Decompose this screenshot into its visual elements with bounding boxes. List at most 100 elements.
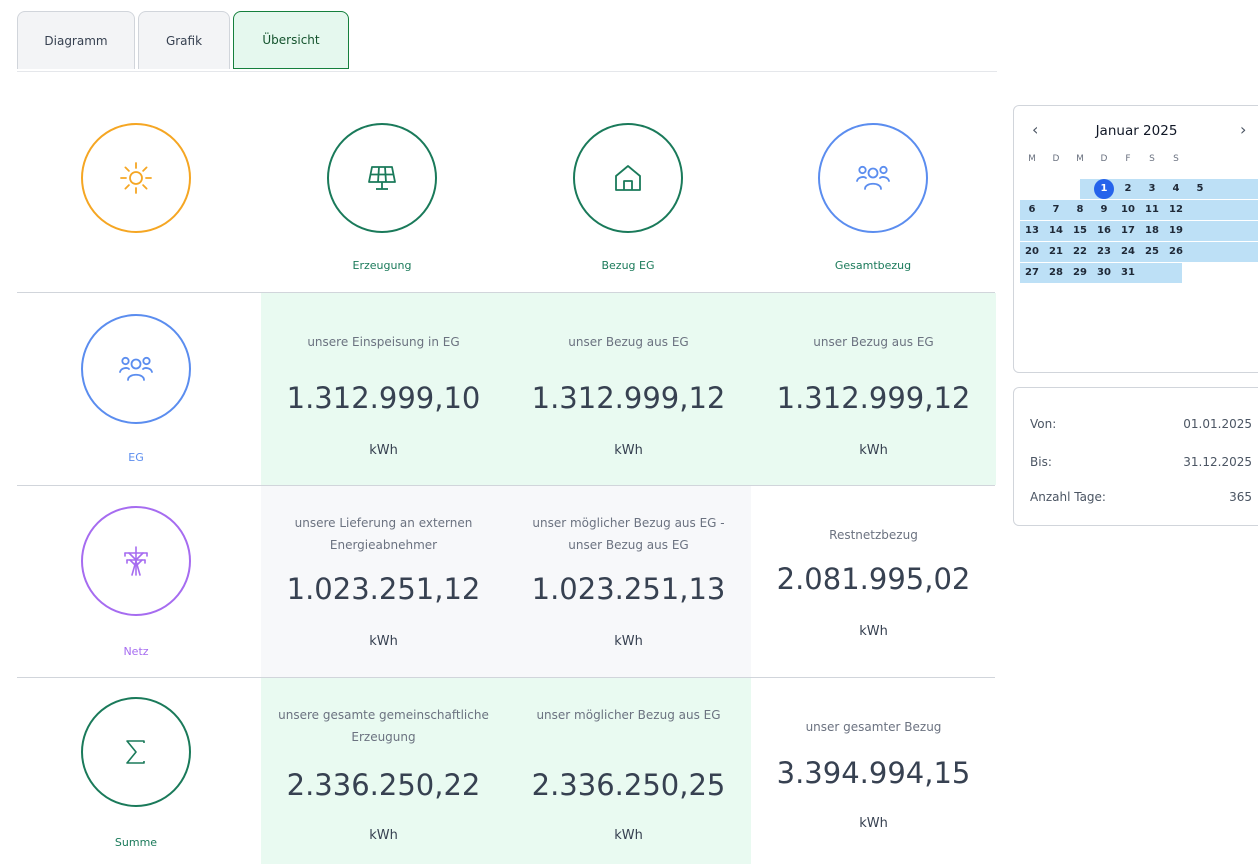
von-label: Von: <box>1030 417 1057 431</box>
cell-unit: kWh <box>859 443 888 458</box>
erzeugung-label: Erzeugung <box>352 259 412 272</box>
summe-moeglicher-bezug-cell: unser möglicher Bezug aus EG 2.336.250,2… <box>506 678 751 864</box>
calendar-day[interactable]: 1 <box>1092 179 1116 199</box>
calendar-day[interactable]: 14 <box>1044 221 1068 241</box>
calendar-day[interactable]: 10 <box>1116 200 1140 220</box>
calendar-day[interactable]: 24 <box>1116 242 1140 262</box>
tab-diagramm[interactable]: Diagramm <box>17 11 135 69</box>
calendar-day[interactable]: 15 <box>1068 221 1092 241</box>
calendar-day[interactable]: 9 <box>1092 200 1116 220</box>
calendar-day[interactable]: 21 <box>1044 242 1068 262</box>
calendar-day[interactable]: 2 <box>1116 179 1140 199</box>
eg-einspeisung-cell: unsere Einspeisung in EG 1.312.999,10 kW… <box>261 293 506 485</box>
calendar-title: Januar 2025 <box>1095 123 1178 139</box>
period-summary: Von: 01.01.2025 Bis: 31.12.2025 Anzahl T… <box>1013 387 1258 526</box>
netz-moeglicher-bezug-cell: unser möglicher Bezug aus EG - unser Bez… <box>506 486 751 677</box>
calendar-day[interactable]: 20 <box>1020 242 1044 262</box>
weekday-label: M <box>1028 154 1036 164</box>
calendar-day[interactable]: 7 <box>1044 200 1068 220</box>
bezug-eg-label: Bezug EG <box>601 259 655 272</box>
calendar-day[interactable]: 6 <box>1020 200 1044 220</box>
gesamtbezug-label: Gesamtbezug <box>834 259 912 272</box>
tab-grafik[interactable]: Grafik <box>138 11 230 69</box>
anzahl-tage-label: Anzahl Tage: <box>1030 490 1106 504</box>
calendar-day[interactable]: 11 <box>1140 200 1164 220</box>
cell-description: unsere Lieferung an externen Energieabne… <box>294 516 473 552</box>
calendar-day[interactable]: 8 <box>1068 200 1092 220</box>
cell-description: unser möglicher Bezug aus EG - unser Bez… <box>532 516 725 552</box>
sigma-icon <box>81 697 191 807</box>
cell-value: 2.081.995,02 <box>776 562 971 596</box>
cell-value: 1.312.999,12 <box>531 381 726 415</box>
power-pylon-icon <box>81 506 191 616</box>
cell-unit: kWh <box>859 624 888 639</box>
group-glyph <box>119 356 153 381</box>
cell-unit: kWh <box>614 828 643 843</box>
cell-unit: kWh <box>614 634 643 649</box>
calendar-day[interactable]: 3 <box>1140 179 1164 199</box>
calendar-day[interactable]: 31 <box>1116 263 1140 283</box>
house-glyph <box>615 165 641 191</box>
calendar-day[interactable]: 26 <box>1164 242 1188 262</box>
cell-description: unser Bezug aus EG <box>813 335 934 349</box>
house-icon <box>573 123 683 233</box>
calendar-day[interactable]: 13 <box>1020 221 1044 241</box>
cell-unit: kWh <box>369 828 398 843</box>
eg-label: EG <box>128 451 144 464</box>
group-glyph <box>856 165 890 190</box>
weekday-label: S <box>1149 154 1155 164</box>
group-icon <box>818 123 928 233</box>
sun-icon <box>81 123 191 233</box>
eg-bezug-cell: unser Bezug aus EG 1.312.999,12 kWh <box>506 293 751 485</box>
summe-gesamter-bezug-cell: unser gesamter Bezug 3.394.994,15 kWh <box>751 678 996 864</box>
sun-glyph <box>120 162 152 194</box>
anzahl-tage-value: 365 <box>1229 490 1252 504</box>
solar-panel-glyph <box>368 166 396 190</box>
weekday-label: S <box>1173 154 1179 164</box>
cell-value: 2.336.250,22 <box>286 768 481 802</box>
cell-value: 1.023.251,12 <box>286 572 481 606</box>
calendar-day[interactable]: 5 <box>1188 179 1212 199</box>
cell-description: unsere gesamte gemeinschaftliche Erzeugu… <box>278 708 489 744</box>
calendar-day[interactable]: 17 <box>1116 221 1140 241</box>
cell-unit: kWh <box>369 443 398 458</box>
calendar-day[interactable]: 25 <box>1140 242 1164 262</box>
tab-divider <box>17 71 997 72</box>
cell-value: 3.394.994,15 <box>776 756 971 790</box>
cell-unit: kWh <box>859 816 888 831</box>
cell-unit: kWh <box>369 634 398 649</box>
cell-value: 1.312.999,10 <box>286 381 481 415</box>
calendar-day[interactable]: 27 <box>1020 263 1044 283</box>
cell-description: unser gesamter Bezug <box>805 720 942 734</box>
bis-value: 31.12.2025 <box>1183 455 1252 469</box>
weekday-label: M <box>1076 154 1084 164</box>
weekday-label: D <box>1052 154 1060 164</box>
calendar-day[interactable]: 28 <box>1044 263 1068 283</box>
tab-bar: Diagramm Grafik Übersicht <box>17 11 349 71</box>
netz-lieferung-cell: unsere Lieferung an externen Energieabne… <box>261 486 506 677</box>
von-value: 01.01.2025 <box>1183 417 1252 431</box>
calendar-day[interactable]: 18 <box>1140 221 1164 241</box>
calendar-day[interactable]: 4 <box>1164 179 1188 199</box>
summe-erzeugung-cell: unsere gesamte gemeinschaftliche Erzeugu… <box>261 678 506 864</box>
calendar-day[interactable]: 16 <box>1092 221 1116 241</box>
calendar-day[interactable]: 22 <box>1068 242 1092 262</box>
cell-description: unser möglicher Bezug aus EG <box>536 708 721 722</box>
calendar-day[interactable]: 12 <box>1164 200 1188 220</box>
calendar-next-button[interactable]: › <box>1240 120 1246 139</box>
calendar-day[interactable]: 29 <box>1068 263 1092 283</box>
cell-value: 1.023.251,13 <box>531 572 726 606</box>
eg-gesamtbezug-cell: unser Bezug aus EG 1.312.999,12 kWh <box>751 293 996 485</box>
eg-group-icon <box>81 314 191 424</box>
cell-value: 2.336.250,25 <box>531 768 726 802</box>
calendar-day[interactable]: 30 <box>1092 263 1116 283</box>
calendar-day[interactable]: 19 <box>1164 221 1188 241</box>
cell-description: unsere Einspeisung in EG <box>307 335 460 349</box>
calendar: ‹ Januar 2025 › M D M D F S S 1 2 3 4 5 … <box>1013 105 1258 373</box>
solar-panel-icon <box>327 123 437 233</box>
cell-description: Restnetzbezug <box>829 528 918 542</box>
bis-label: Bis: <box>1030 455 1052 469</box>
tab-uebersicht[interactable]: Übersicht <box>233 11 349 69</box>
cell-description: unser Bezug aus EG <box>568 335 689 349</box>
calendar-day[interactable]: 23 <box>1092 242 1116 262</box>
